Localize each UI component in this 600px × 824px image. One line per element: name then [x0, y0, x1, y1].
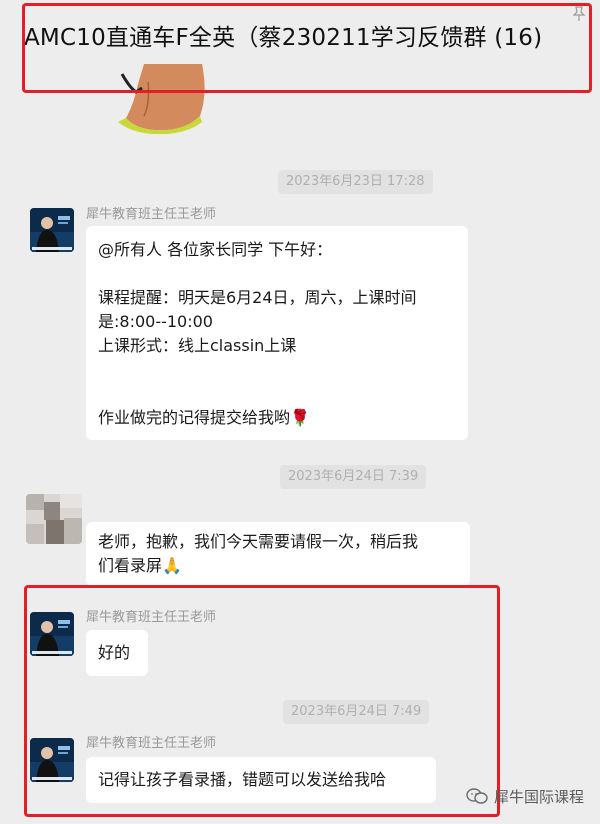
avatar[interactable]	[30, 208, 74, 252]
avatar[interactable]	[30, 738, 74, 782]
avatar[interactable]	[26, 494, 82, 544]
message-line: 记得让孩子看录播，错题可以发送给我哈	[98, 770, 387, 789]
message-line: 上课形式：线上classin上课	[98, 336, 297, 355]
message-line: 好的	[98, 643, 131, 662]
avatar[interactable]	[30, 612, 74, 656]
sender-name: 犀牛教育班主任王老师	[86, 207, 217, 222]
timestamp: 2023年6月24日 7:49	[283, 700, 430, 724]
watermark-label: 犀牛国际课程	[493, 787, 584, 806]
wechat-channel-icon	[466, 788, 488, 804]
message-line: 是:8:00--10:00	[98, 312, 213, 331]
watermark: 犀牛国际课程	[466, 784, 584, 808]
message-bubble[interactable]: 老师，抱歉，我们今天需要请假一次，稍后我 们看录屏🙏	[86, 522, 470, 586]
message-line: 老师，抱歉，我们今天需要请假一次，稍后我	[98, 532, 419, 551]
timestamp: 2023年6月24日 7:39	[280, 465, 427, 489]
pin-icon[interactable]	[572, 6, 586, 22]
message-line	[98, 382, 456, 406]
message-line	[98, 262, 456, 286]
chat-title: AMC10直通车F全英（蔡230211学习反馈群 (16)	[24, 25, 543, 51]
message-line: @所有人 各位家长同学 下午好：	[98, 240, 333, 259]
message-line: 们看录屏🙏	[98, 556, 182, 575]
timestamp: 2023年6月23日 17:28	[278, 170, 433, 194]
sticker-image[interactable]	[104, 64, 214, 134]
chat-header: AMC10直通车F全英（蔡230211学习反馈群 (16)	[0, 0, 600, 92]
sender-name: 犀牛教育班主任王老师	[86, 736, 217, 751]
message-bubble[interactable]: @所有人 各位家长同学 下午好： 课程提醒：明天是6月24日，周六，上课时间 是…	[86, 226, 468, 440]
message-line	[98, 358, 456, 382]
message-line: 课程提醒：明天是6月24日，周六，上课时间	[98, 288, 417, 307]
message-bubble[interactable]: 记得让孩子看录播，错题可以发送给我哈	[86, 757, 436, 803]
message-line: 作业做完的记得提交给我哟🌹	[98, 408, 310, 427]
sender-name: 犀牛教育班主任王老师	[86, 610, 217, 625]
message-bubble[interactable]: 好的	[86, 630, 148, 676]
